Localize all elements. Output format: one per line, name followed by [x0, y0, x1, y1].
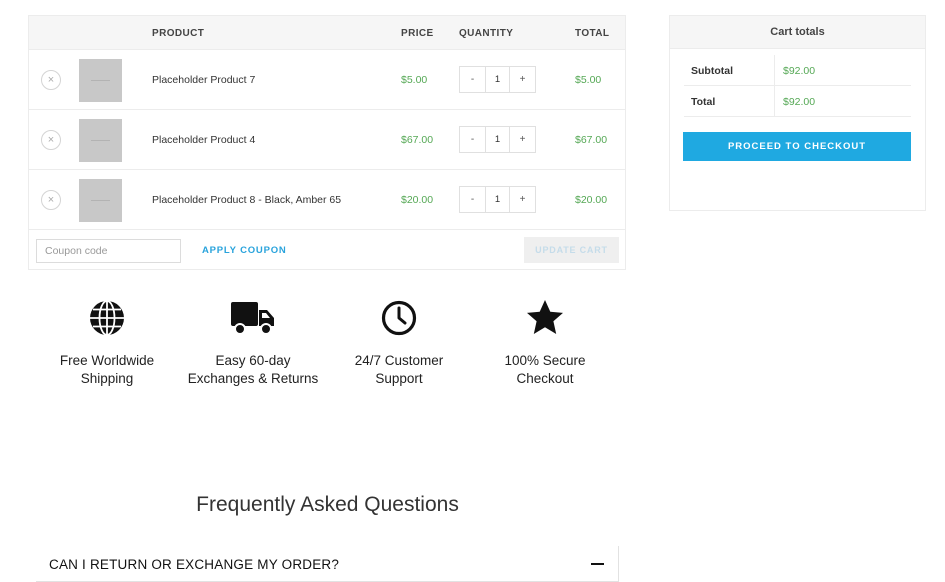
feature-support: 24/7 Customer Support	[329, 298, 469, 388]
cart-item-row: × Placeholder Product 8 - Black, Amber 6…	[29, 170, 625, 230]
feature-label: 100% Secure Checkout	[504, 353, 586, 386]
apply-coupon-button[interactable]: APPLY COUPON	[202, 245, 287, 256]
faq-question[interactable]: CAN I RETURN OR EXCHANGE MY ORDER?	[49, 557, 339, 572]
update-cart-button[interactable]: UPDATE CART	[524, 237, 619, 263]
remove-item-button[interactable]: ×	[41, 70, 61, 90]
product-column-header: PRODUCT	[152, 28, 205, 39]
total-column-header: TOTAL	[575, 28, 610, 39]
price-column-header: PRICE	[401, 28, 434, 39]
truck-icon	[231, 302, 274, 335]
quantity-decrease-button[interactable]: -	[460, 127, 485, 152]
quantity-decrease-button[interactable]: -	[460, 187, 485, 212]
quantity-input[interactable]: 1	[485, 67, 510, 92]
subtotal-value: $92.00	[783, 65, 816, 77]
quantity-increase-button[interactable]: +	[510, 127, 535, 152]
line-total: $20.00	[575, 194, 608, 206]
subtotal-row: Subtotal $92.00	[684, 55, 911, 86]
product-price: $67.00	[401, 134, 434, 146]
remove-item-button[interactable]: ×	[41, 190, 61, 210]
quantity-stepper: - 1 +	[459, 186, 536, 213]
cart-item-row: × Placeholder Product 7 $5.00 - 1 + $5.0…	[29, 50, 625, 110]
line-total: $67.00	[575, 134, 608, 146]
quantity-column-header: QUANTITY	[459, 28, 514, 39]
product-thumbnail[interactable]	[79, 179, 122, 222]
quantity-stepper: - 1 +	[459, 126, 536, 153]
quantity-increase-button[interactable]: +	[510, 187, 535, 212]
feature-label: Easy 60-day Exchanges & Returns	[187, 353, 319, 386]
quantity-input[interactable]: 1	[485, 187, 510, 212]
feature-free-shipping: Free Worldwide Shipping	[37, 298, 177, 388]
feature-easy-returns: Easy 60-day Exchanges & Returns	[183, 298, 323, 388]
divider	[774, 55, 775, 85]
feature-label: 24/7 Customer Support	[354, 353, 444, 386]
cart-item-row: × Placeholder Product 4 $67.00 - 1 + $67…	[29, 110, 625, 170]
quantity-input[interactable]: 1	[485, 127, 510, 152]
minus-icon[interactable]	[591, 563, 604, 565]
faq-accordion-item[interactable]: CAN I RETURN OR EXCHANGE MY ORDER?	[36, 546, 619, 582]
total-value: $92.00	[783, 96, 816, 108]
product-name-link[interactable]: Placeholder Product 7	[152, 74, 255, 86]
globe-icon	[90, 300, 124, 336]
feature-label: Free Worldwide Shipping	[59, 353, 155, 386]
features-strip: Free Worldwide Shipping Easy 60-day Exch…	[36, 298, 619, 398]
faq-heading: Frequently Asked Questions	[196, 493, 459, 516]
subtotal-label: Subtotal	[691, 65, 733, 77]
product-name-link[interactable]: Placeholder Product 8 - Black, Amber 65	[152, 194, 341, 206]
proceed-to-checkout-button[interactable]: PROCEED TO CHECKOUT	[683, 132, 911, 161]
cart-table-header: PRODUCT PRICE QUANTITY TOTAL	[29, 16, 625, 50]
quantity-stepper: - 1 +	[459, 66, 536, 93]
clock-icon	[381, 300, 417, 336]
product-price: $5.00	[401, 74, 428, 86]
quantity-decrease-button[interactable]: -	[460, 67, 485, 92]
cart-totals-title: Cart totals	[670, 16, 925, 49]
total-label: Total	[691, 96, 716, 108]
divider	[774, 86, 775, 116]
product-name-link[interactable]: Placeholder Product 4	[152, 134, 255, 146]
product-price: $20.00	[401, 194, 434, 206]
cart-table: PRODUCT PRICE QUANTITY TOTAL × Placehold…	[28, 15, 626, 270]
quantity-increase-button[interactable]: +	[510, 67, 535, 92]
total-row: Total $92.00	[684, 86, 911, 117]
cart-totals-panel: Cart totals Subtotal $92.00 Total $92.00…	[669, 15, 926, 211]
feature-secure-checkout: 100% Secure Checkout	[475, 298, 615, 388]
coupon-code-input[interactable]	[36, 239, 181, 263]
product-thumbnail[interactable]	[79, 59, 122, 102]
remove-item-button[interactable]: ×	[41, 130, 61, 150]
line-total: $5.00	[575, 74, 602, 86]
cart-actions: APPLY COUPON UPDATE CART	[29, 230, 625, 270]
product-thumbnail[interactable]	[79, 119, 122, 162]
star-icon	[527, 300, 563, 334]
